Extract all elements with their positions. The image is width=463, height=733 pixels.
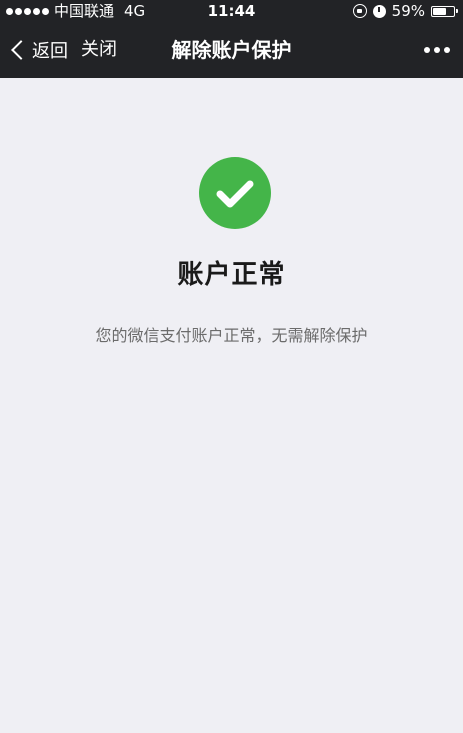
nav-bar: 返回 关闭 解除账户保护 bbox=[0, 22, 463, 78]
more-dots-icon[interactable] bbox=[419, 22, 455, 78]
main-content: 账户正常 您的微信支付账户正常，无需解除保护 bbox=[0, 78, 463, 733]
checkmark-icon bbox=[216, 180, 254, 208]
rotation-lock-icon bbox=[352, 4, 367, 18]
status-bar: 中国联通 4G 11:44 59% bbox=[0, 0, 463, 22]
check-circle-icon bbox=[199, 157, 271, 229]
chevron-left-icon bbox=[11, 40, 31, 60]
back-label: 返回 bbox=[32, 41, 68, 62]
back-button[interactable]: 返回 bbox=[8, 22, 68, 78]
status-bar-right: 59% bbox=[352, 0, 458, 22]
alarm-icon bbox=[372, 4, 386, 18]
page-title: 解除账户保护 bbox=[171, 38, 292, 62]
status-title: 账户正常 bbox=[177, 260, 286, 290]
battery-percent: 59% bbox=[391, 2, 425, 20]
status-description: 您的微信支付账户正常，无需解除保护 bbox=[95, 326, 368, 345]
close-button[interactable]: 关闭 bbox=[81, 22, 117, 78]
battery-fill bbox=[433, 7, 446, 15]
battery-icon bbox=[431, 5, 458, 17]
screen: 中国联通 4G 11:44 59% 返回 关闭 解除账户保护 账户正常 您的微信… bbox=[0, 0, 463, 733]
